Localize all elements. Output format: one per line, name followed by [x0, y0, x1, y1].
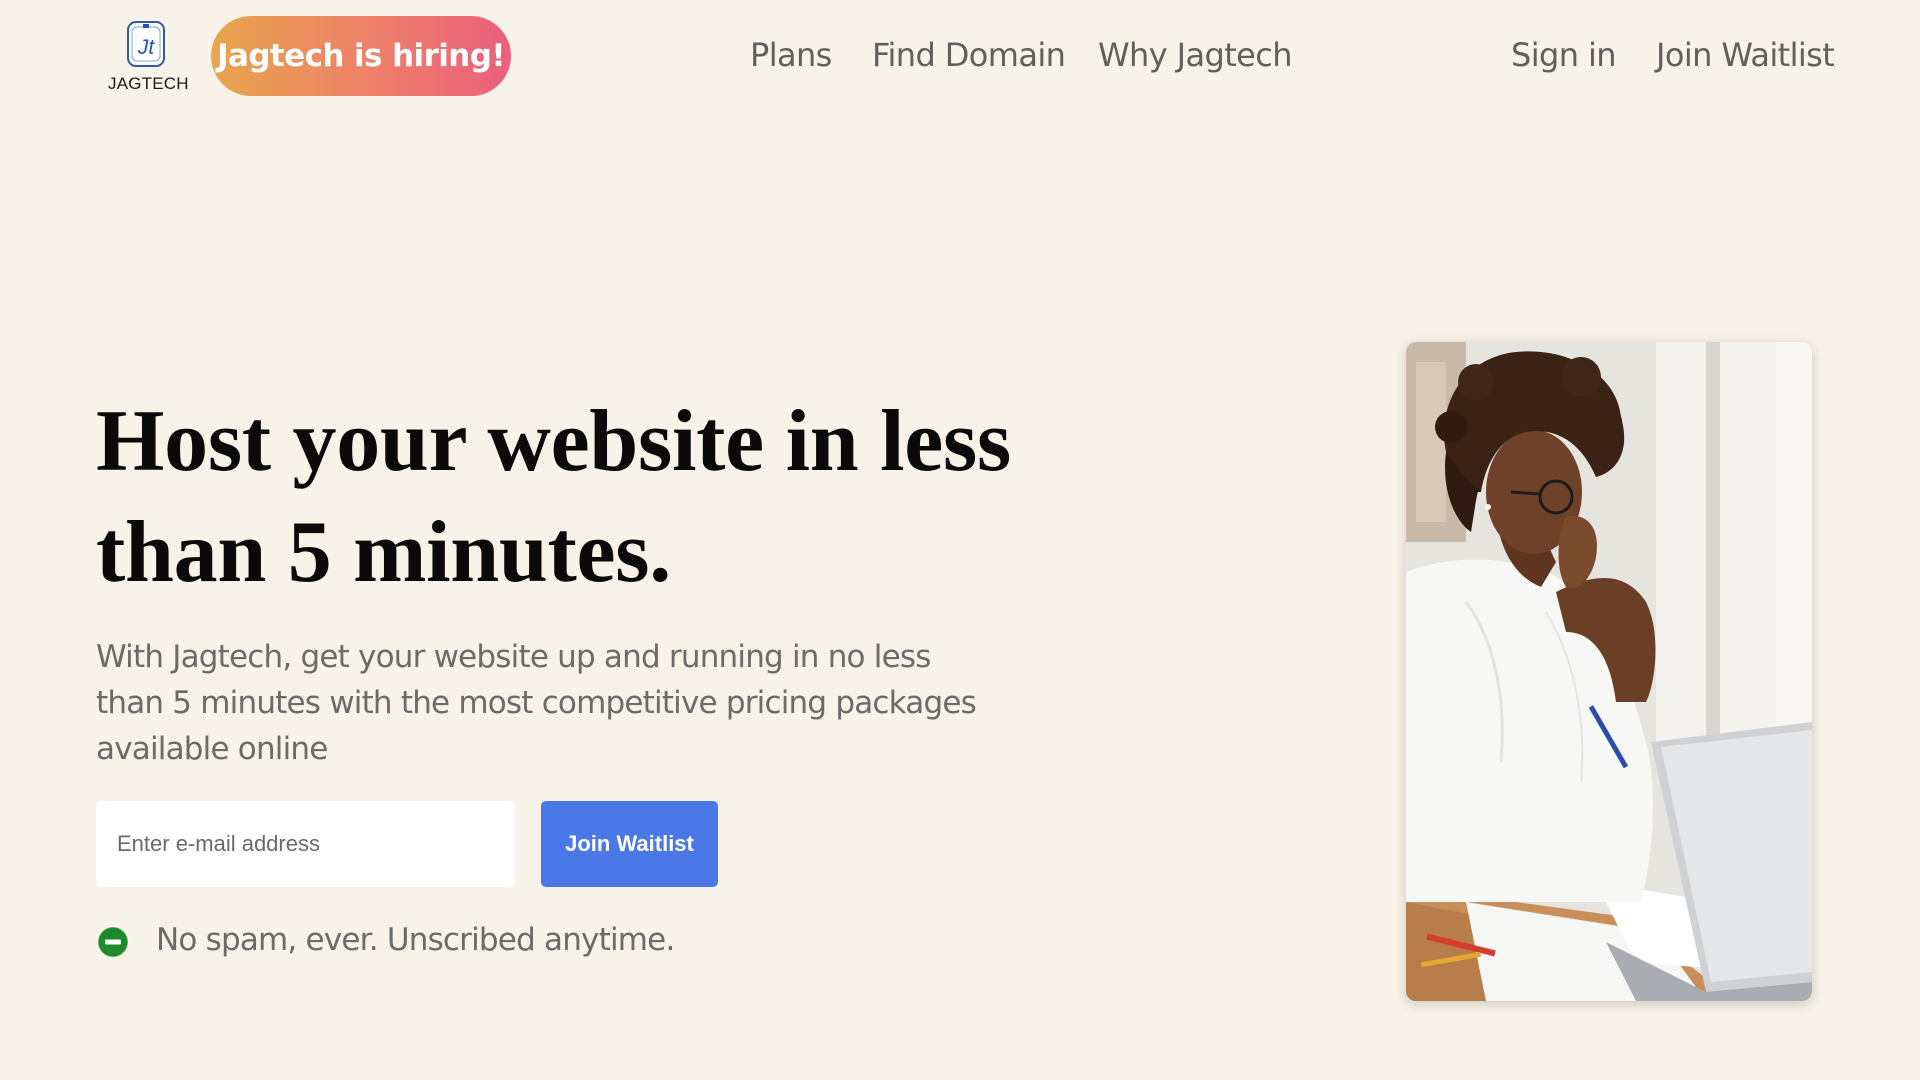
woman-working-on-laptop-photo: [1406, 342, 1812, 1001]
nav-plans[interactable]: Plans: [750, 36, 832, 74]
sign-in-link[interactable]: Sign in: [1511, 36, 1617, 74]
jt-monogram-icon: Jt: [127, 21, 165, 67]
no-spam-note: No spam, ever. Unscribed anytime.: [156, 922, 675, 958]
jagtech-logo[interactable]: Jt JAGTECH: [104, 18, 190, 96]
hero-subtitle: With Jagtech, get your website up and ru…: [96, 639, 977, 767]
nav-why-jagtech[interactable]: Why Jagtech: [1098, 36, 1293, 74]
landing-page: Jt JAGTECH Jagtech is hiring! Plans Find…: [0, 0, 1920, 1080]
join-waitlist-button[interactable]: Join Waitlist: [541, 801, 718, 887]
nav-find-domain[interactable]: Find Domain: [872, 36, 1066, 74]
hero-photo: [1406, 342, 1812, 1001]
svg-text:Jt: Jt: [137, 36, 156, 59]
email-input[interactable]: [96, 801, 515, 887]
hero-title: Host your website in less than 5 minutes…: [96, 393, 1011, 601]
minus-circle-icon: [97, 926, 129, 958]
join-waitlist-link[interactable]: Join Waitlist: [1656, 36, 1835, 74]
hiring-badge[interactable]: Jagtech is hiring!: [211, 16, 511, 96]
brand-name: JAGTECH: [108, 74, 189, 93]
